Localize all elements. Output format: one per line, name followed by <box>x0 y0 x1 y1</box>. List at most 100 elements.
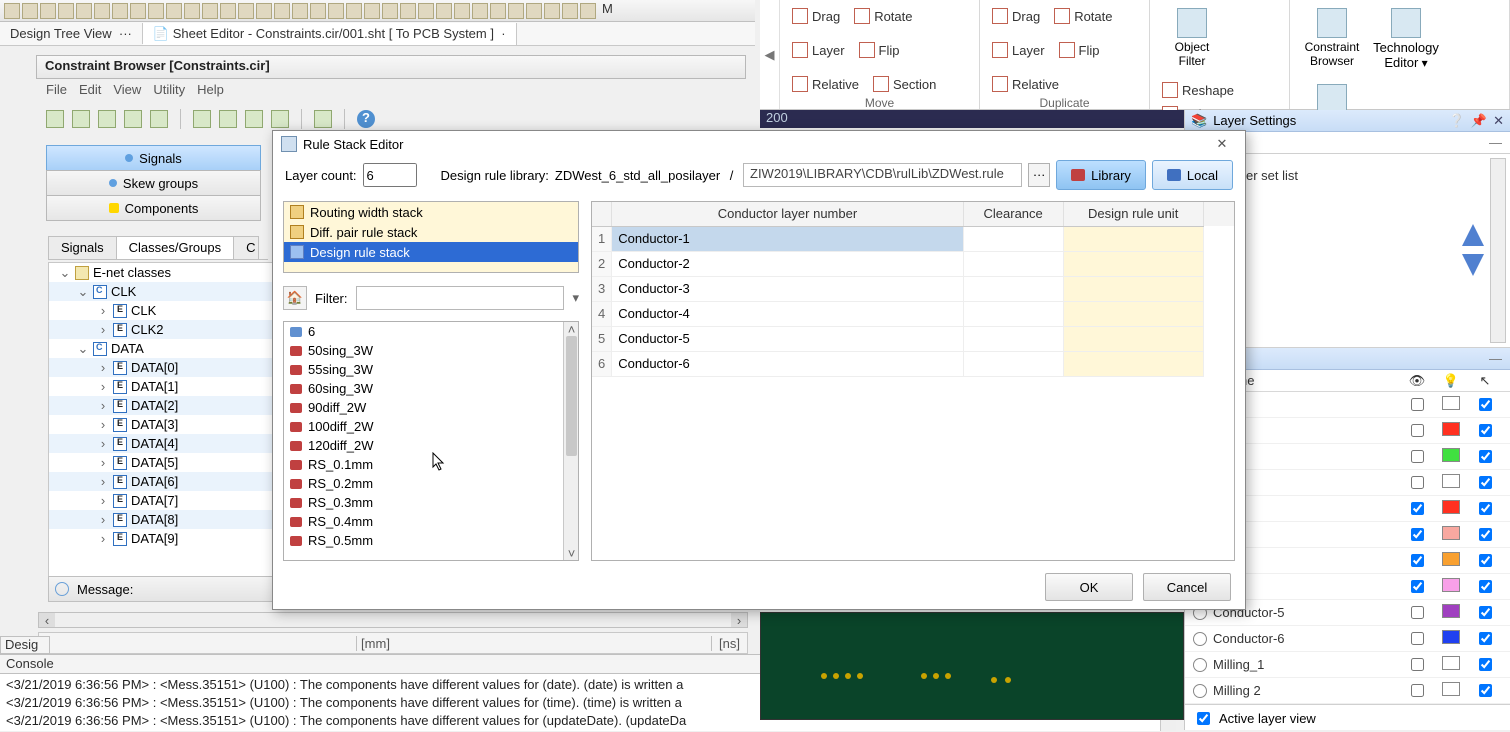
toolbar-icon[interactable] <box>202 3 218 19</box>
conductor-row[interactable]: 3Conductor-3 <box>592 276 1234 301</box>
visible-checkbox[interactable] <box>1411 658 1424 671</box>
tab-classes-groups[interactable]: Classes/Groups <box>116 236 234 259</box>
visible-checkbox[interactable] <box>1411 528 1424 541</box>
cb-tool-icon[interactable] <box>245 110 263 128</box>
tab-sheet-editor[interactable]: 📄 Sheet Editor - Constraints.cir/001.sht… <box>143 23 517 45</box>
conductor-row[interactable]: 5Conductor-5 <box>592 326 1234 351</box>
select-checkbox[interactable] <box>1479 658 1492 671</box>
toolbar-icon[interactable] <box>364 3 380 19</box>
edit-reshape[interactable]: Reshape <box>1160 78 1236 102</box>
visible-checkbox[interactable] <box>1411 450 1424 463</box>
toolbar-icon[interactable] <box>76 3 92 19</box>
dup-rotate[interactable]: Rotate <box>1052 4 1114 28</box>
visible-checkbox[interactable] <box>1411 606 1424 619</box>
cb-tool-icon[interactable] <box>72 110 90 128</box>
color-swatch[interactable] <box>1442 682 1460 696</box>
toolbar-icon[interactable] <box>94 3 110 19</box>
cb-tool-icon[interactable] <box>314 110 332 128</box>
visible-checkbox[interactable] <box>1411 502 1424 515</box>
rule-item[interactable]: 120diff_2W <box>284 436 578 455</box>
toolbar-icon[interactable] <box>58 3 74 19</box>
browse-button[interactable]: … <box>1028 163 1050 187</box>
visible-checkbox[interactable] <box>1411 424 1424 437</box>
rule-item[interactable]: 50sing_3W <box>284 341 578 360</box>
accordion-skew[interactable]: Skew groups <box>46 170 261 196</box>
dup-relative[interactable]: Relative <box>990 72 1061 96</box>
color-swatch[interactable] <box>1442 474 1460 488</box>
library-button[interactable]: Library <box>1056 160 1146 190</box>
ok-button[interactable]: OK <box>1045 573 1133 601</box>
cancel-button[interactable]: Cancel <box>1143 573 1231 601</box>
rule-item[interactable]: 100diff_2W <box>284 417 578 436</box>
close-icon[interactable]: ✕ <box>1493 113 1504 129</box>
toolbar-icon[interactable] <box>256 3 272 19</box>
visible-checkbox[interactable] <box>1411 398 1424 411</box>
visible-checkbox[interactable] <box>1411 684 1424 697</box>
conductor-row[interactable]: 1Conductor-1 <box>592 226 1234 251</box>
color-swatch[interactable] <box>1442 578 1460 592</box>
toolbar-icon[interactable] <box>130 3 146 19</box>
color-swatch[interactable] <box>1442 656 1460 670</box>
cb-tool-icon[interactable] <box>98 110 116 128</box>
toolbar-icon[interactable] <box>526 3 542 19</box>
toolbar-icon[interactable] <box>328 3 344 19</box>
radio-icon[interactable] <box>1193 658 1207 672</box>
toolbar-icon[interactable] <box>580 3 596 19</box>
toolbar-icon[interactable] <box>166 3 182 19</box>
select-checkbox[interactable] <box>1479 476 1492 489</box>
rule-item[interactable]: 60sing_3W <box>284 379 578 398</box>
pin-icon[interactable]: 📌 <box>1471 113 1487 129</box>
visible-checkbox[interactable] <box>1411 476 1424 489</box>
select-checkbox[interactable] <box>1479 632 1492 645</box>
menu-utility[interactable]: Utility <box>149 82 189 100</box>
toolbar-icon[interactable] <box>508 3 524 19</box>
toolbar-icon[interactable] <box>562 3 578 19</box>
move-drag[interactable]: Drag <box>790 4 842 28</box>
rules-header[interactable]: 6 <box>284 322 578 341</box>
visible-checkbox[interactable] <box>1411 580 1424 593</box>
color-swatch[interactable] <box>1442 526 1460 540</box>
visible-checkbox[interactable] <box>1411 632 1424 645</box>
dup-drag[interactable]: Drag <box>990 4 1042 28</box>
select-checkbox[interactable] <box>1479 606 1492 619</box>
horizontal-scrollbar[interactable]: ‹› <box>38 612 748 628</box>
select-checkbox[interactable] <box>1479 502 1492 515</box>
toolbar-icon[interactable] <box>490 3 506 19</box>
layer-row[interactable]: Milling 2 <box>1185 678 1510 704</box>
toolbar-icon[interactable] <box>292 3 308 19</box>
select-checkbox[interactable] <box>1479 554 1492 567</box>
rule-item[interactable]: RS_0.2mm <box>284 474 578 493</box>
select-checkbox[interactable] <box>1479 450 1492 463</box>
rule-item[interactable]: RS_0.5mm <box>284 531 578 550</box>
toolbar-icon[interactable] <box>238 3 254 19</box>
help-icon[interactable]: ❔ <box>1449 113 1465 129</box>
help-icon[interactable]: ? <box>357 110 375 128</box>
conductor-row[interactable]: 4Conductor-4 <box>592 301 1234 326</box>
move-rotate[interactable]: Rotate <box>852 4 914 28</box>
move-relative[interactable]: Relative <box>790 72 861 96</box>
cb-tool-icon[interactable] <box>193 110 211 128</box>
select-checkbox[interactable] <box>1479 684 1492 697</box>
dup-layer[interactable]: Layer <box>990 38 1047 62</box>
toolbar-icon[interactable] <box>184 3 200 19</box>
toolbar-icon[interactable] <box>112 3 128 19</box>
object-filter[interactable]: Object Filter <box>1160 4 1224 68</box>
menu-edit[interactable]: Edit <box>75 82 105 100</box>
tab-extra[interactable]: C <box>233 236 259 259</box>
toolbar-icon[interactable] <box>400 3 416 19</box>
dup-flip[interactable]: Flip <box>1057 38 1102 62</box>
layer-count-input[interactable] <box>363 163 417 187</box>
toolbar-icon[interactable] <box>436 3 452 19</box>
dialog-titlebar[interactable]: Rule Stack Editor ✕ <box>273 131 1245 157</box>
tab-design-tree[interactable]: Design Tree View ··· <box>0 23 143 44</box>
move-down-icon[interactable] <box>1462 254 1484 276</box>
select-checkbox[interactable] <box>1479 528 1492 541</box>
cb-tool-icon[interactable] <box>124 110 142 128</box>
select-checkbox[interactable] <box>1479 580 1492 593</box>
toolbar-icon[interactable] <box>22 3 38 19</box>
toolbar-icon[interactable] <box>4 3 20 19</box>
toolbar-icon[interactable] <box>544 3 560 19</box>
toolbar-icon[interactable] <box>148 3 164 19</box>
toolbar-icon[interactable] <box>310 3 326 19</box>
toolbar-icon[interactable] <box>346 3 362 19</box>
